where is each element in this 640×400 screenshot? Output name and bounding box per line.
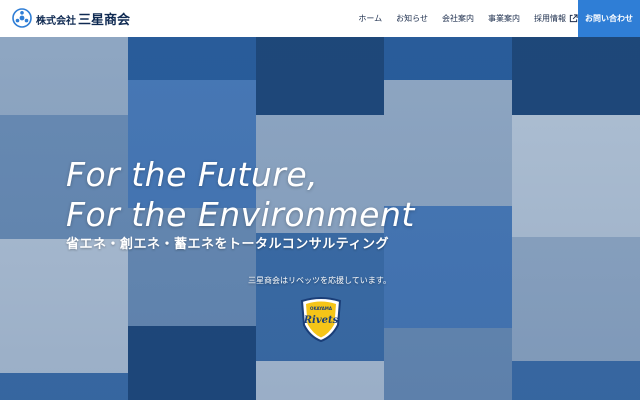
hero-subtitle: 省エネ・創エネ・蓄エネをトータルコンサルティング [66, 237, 389, 252]
photo-tile [384, 328, 512, 400]
nav-news[interactable]: お知らせ [396, 13, 428, 24]
nav-business[interactable]: 事業案内 [488, 13, 520, 24]
external-link-icon [569, 14, 578, 23]
nav-company[interactable]: 会社案内 [442, 13, 474, 24]
site-header: 株式会社 三星商会 ホーム お知らせ 会社案内 事業案内 採用情報 お問い合わせ [0, 0, 640, 37]
hero-title-line1: For the Future, [66, 155, 319, 194]
sponsor-text: 三星商会はリベッツを応援しています。 [248, 276, 391, 285]
photo-tile [384, 37, 512, 80]
photo-tile [128, 326, 256, 400]
hero-title: For the Future, For the Environment [66, 155, 415, 235]
photo-tile [512, 37, 640, 115]
logo-mark-icon [12, 8, 32, 28]
logo-prefix: 株式会社 [36, 15, 76, 27]
photo-tile [0, 373, 128, 400]
nav-recruit-label: 採用情報 [534, 14, 566, 23]
photo-tile [0, 239, 128, 373]
photo-tile [128, 37, 256, 80]
company-logo[interactable]: 株式会社 三星商会 [12, 8, 130, 28]
hero-section: For the Future, For the Environment 省エネ・… [0, 37, 640, 400]
photo-tile [512, 115, 640, 237]
hero-title-line2: For the Environment [66, 195, 415, 234]
logo-name: 三星商会 [78, 12, 131, 28]
photo-tile [512, 361, 640, 400]
photo-tile [0, 37, 128, 115]
sponsor-logo[interactable]: OKAYAMA Rivets [298, 295, 344, 343]
nav-recruit[interactable]: 採用情報 [534, 13, 578, 24]
rivets-logo-icon: OKAYAMA Rivets [300, 297, 342, 343]
photo-tile [512, 237, 640, 361]
photo-tile [256, 361, 384, 400]
photo-tile [256, 37, 384, 115]
contact-button[interactable]: お問い合わせ [578, 0, 640, 37]
sponsor-logo-name: Rivets [303, 315, 339, 326]
main-nav: ホーム お知らせ 会社案内 事業案内 採用情報 [344, 0, 578, 37]
nav-home[interactable]: ホーム [358, 13, 382, 24]
sponsor-logo-top: OKAYAMA [310, 306, 333, 311]
